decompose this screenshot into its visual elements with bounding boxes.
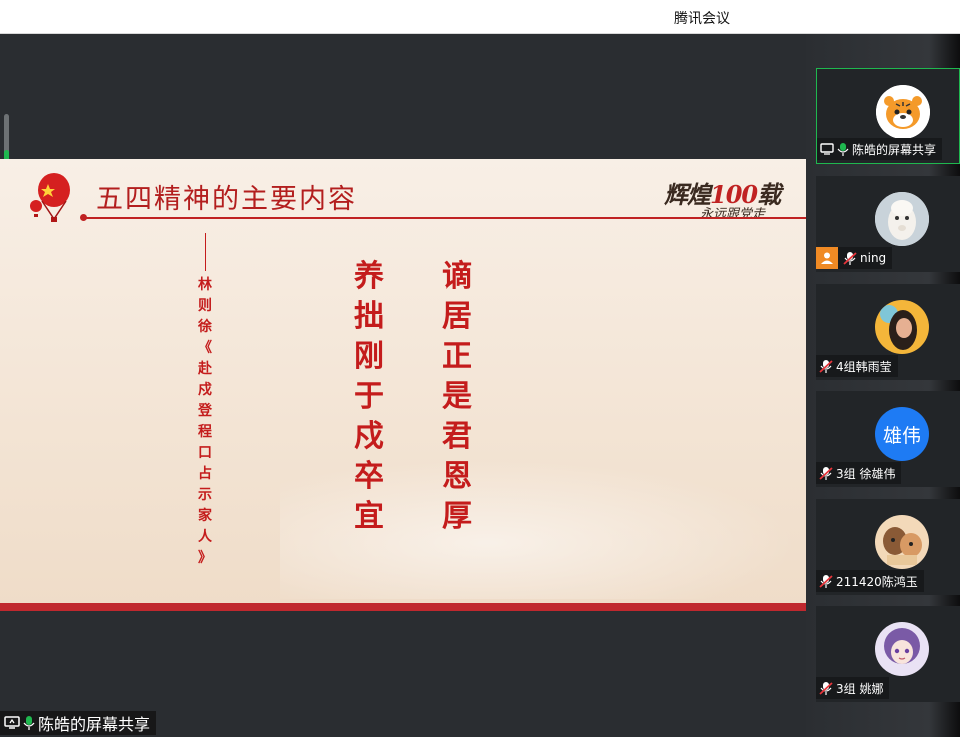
brand-logo: 辉煌100载 永远跟党走 (664, 180, 781, 222)
screen-share-icon (820, 143, 834, 155)
alpaca-avatar-icon (875, 192, 929, 246)
balloon-flag-icon (30, 173, 70, 222)
participant-namebar: 4组韩雨莹 (816, 355, 898, 377)
slide-bottom-bar (0, 603, 806, 611)
participant-namebar: 3组 姚娜 (816, 677, 890, 699)
title-underline (80, 214, 806, 221)
participant-name: 4组韩雨莹 (836, 359, 892, 374)
poem-line-1: 养拙刚 于戍卒 宜 (354, 259, 384, 534)
participant-namebar: 陈皓的屏幕共享 (817, 138, 943, 160)
participant-name: 3组 徐雄伟 (836, 466, 896, 481)
participant-name: ning (860, 251, 887, 265)
participant-namebar: 3组 徐雄伟 (816, 462, 902, 484)
mic-off-icon (819, 359, 833, 374)
participant-name: 陈皓的屏幕共享 (852, 142, 937, 157)
share-label-text: 陈皓的屏幕共享 (38, 715, 151, 734)
person-icon (816, 247, 838, 269)
girl-photo-avatar-icon (875, 300, 929, 354)
text-avatar: 雄伟 (875, 407, 929, 461)
slide-title: 五四精神的主要内容 (96, 184, 357, 215)
mic-off-icon (819, 574, 833, 589)
participant-name: 211420陈鸿玉 (836, 574, 918, 589)
anime-avatar-icon (875, 622, 929, 676)
participant-namebar: 211420陈鸿玉 (816, 570, 924, 592)
title-bar: 腾讯会议 (0, 0, 960, 34)
mic-off-icon (819, 466, 833, 481)
participant-tile[interactable]: 4组韩雨莹 (816, 284, 960, 380)
shared-slide: 五四精神的主要内容 辉煌100载 永远跟党走 林则徐 《赴戍 登程口 占示家 人… (0, 159, 806, 611)
participant-tile[interactable]: 陈皓的屏幕共享 (816, 68, 960, 164)
poem-author: 林则徐 《赴戍 登程口 占示家 人》 (198, 233, 212, 569)
scrollbar-thumb[interactable] (4, 114, 9, 164)
tiger-avatar-icon (876, 85, 930, 139)
participant-tile[interactable]: 211420陈鸿玉 (816, 499, 960, 595)
participant-tile[interactable]: ning (816, 176, 960, 272)
screen-share-icon (4, 716, 20, 730)
poem-line-2: 谪居正 是君恩 厚 (442, 259, 472, 534)
mic-on-icon (23, 715, 35, 731)
cartoon-avatar-icon (875, 515, 929, 569)
participant-namebar: ning (816, 247, 893, 269)
mic-off-icon (819, 681, 833, 696)
participant-tile[interactable]: 雄伟 3组 徐雄伟 (816, 391, 960, 487)
screen-share-label: 陈皓的屏幕共享 (0, 711, 157, 735)
participant-sidebar[interactable]: 陈皓的屏幕共享 ning 4组韩雨莹 雄伟 3组 徐雄伟 211420陈鸿玉 3… (806, 34, 960, 737)
window-title: 腾讯会议 (674, 11, 730, 27)
mic-off-icon (843, 251, 857, 266)
mic-on-icon (837, 142, 849, 157)
participant-name: 3组 姚娜 (836, 681, 884, 696)
participant-tile[interactable]: 3组 姚娜 (816, 606, 960, 702)
dash-line (204, 233, 206, 271)
